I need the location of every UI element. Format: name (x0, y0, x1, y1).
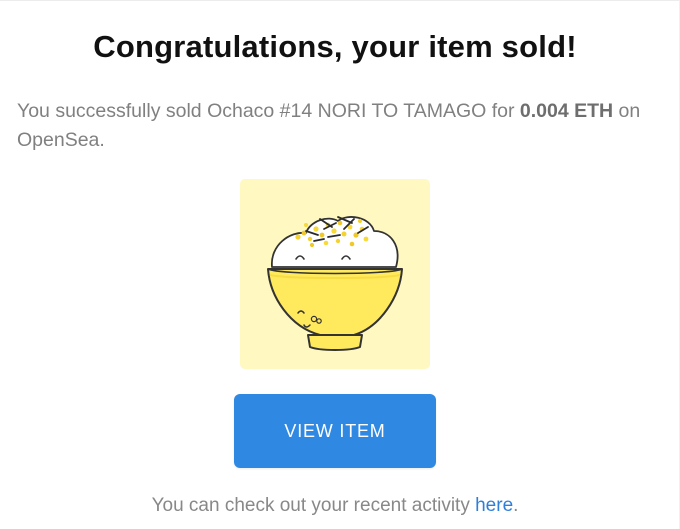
footer-suffix: . (513, 495, 519, 516)
message-middle: for (486, 100, 520, 122)
rice-bowl-illustration (267, 216, 403, 351)
view-item-button[interactable]: VIEW ITEM (234, 394, 436, 468)
item-name: Ochaco #14 NORI TO TAMAGO (207, 100, 487, 122)
recent-activity-note: You can check out your recent activity h… (0, 495, 670, 517)
page-title: Congratulations, your item sold! (93, 29, 577, 64)
nft-image (240, 179, 430, 369)
message-prefix: You successfully sold (17, 100, 208, 122)
recent-activity-link[interactable]: here (475, 495, 513, 516)
footer-prefix: You can check out your recent activity (151, 495, 476, 516)
sale-message: You successfully sold Ochaco #14 NORI TO… (17, 97, 647, 155)
sale-notification-card: Congratulations, your item sold! You suc… (0, 0, 680, 529)
sale-price: 0.004 ETH (519, 100, 614, 122)
